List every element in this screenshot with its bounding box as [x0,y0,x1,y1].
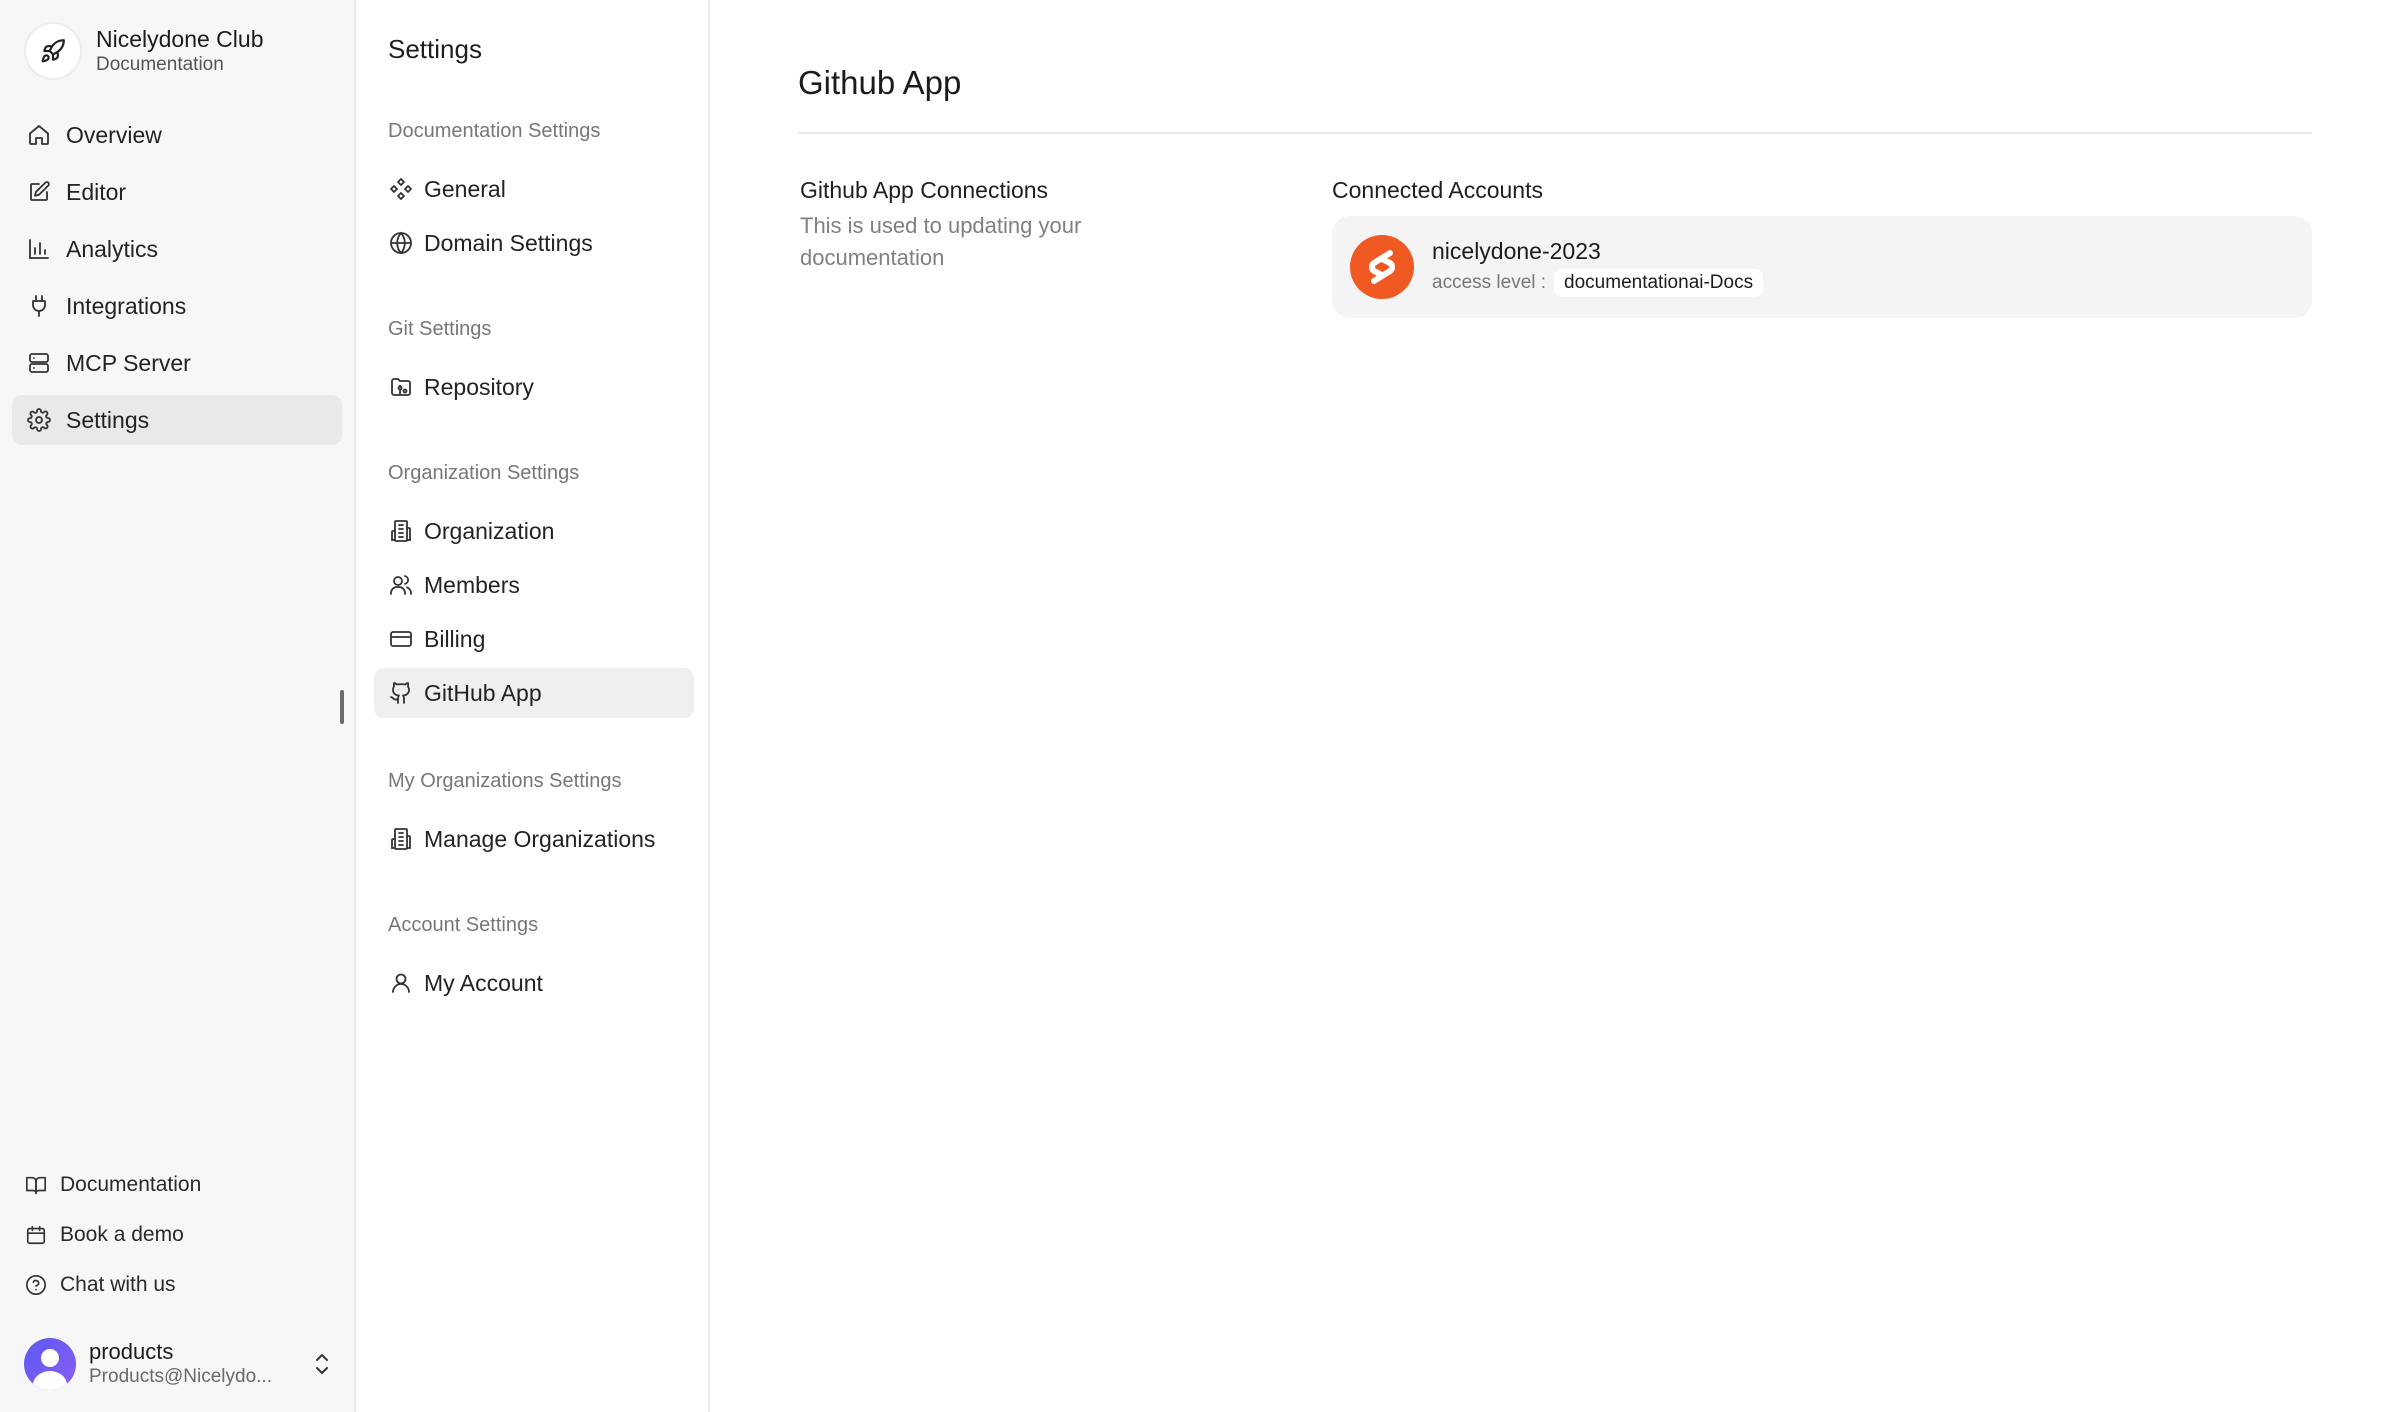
settings-item-github-app[interactable]: GitHub App [374,668,694,718]
globe-icon [388,230,414,256]
nav-item-label: Integrations [66,292,187,319]
nav-item-integrations[interactable]: Integrations [12,281,342,331]
group-label: Git Settings [388,318,492,340]
settings-item-label: My Account [424,969,543,996]
users-icon [388,572,414,598]
account-logo-icon [1350,235,1414,299]
settings-group-my-organizations: My Organizations Settings Manage Organiz… [374,766,694,864]
server-icon [26,350,52,376]
settings-item-label: Domain Settings [424,229,593,256]
main-content: Github App Github App Connections This i… [712,0,2400,1412]
book-icon [24,1173,48,1197]
help-circle-icon [24,1273,48,1297]
nav-item-analytics[interactable]: Analytics [12,224,342,274]
nav-item-settings[interactable]: Settings [12,395,342,445]
account-name: nicelydone-2023 [1432,238,1601,264]
group-label: Account Settings [388,914,539,936]
settings-group-account: Account Settings My Account [374,910,694,1008]
nav-item-editor[interactable]: Editor [12,167,342,217]
settings-item-my-account[interactable]: My Account [374,958,694,1008]
sidebar-resize-handle[interactable] [340,690,344,724]
nav-item-label: Editor [66,178,127,205]
settings-item-manage-organizations[interactable]: Manage Organizations [374,814,694,864]
footer-link-label: Chat with us [60,1273,176,1296]
settings-item-label: Members [424,571,520,598]
edit-icon [26,179,52,205]
nav-item-overview[interactable]: Overview [12,110,342,160]
folder-git-icon [388,374,414,400]
org-subtitle: Documentation [96,54,224,75]
settings-item-billing[interactable]: Billing [374,614,694,664]
user-icon [388,970,414,996]
footer-link-book-demo[interactable]: Book a demo [24,1210,334,1260]
user-name: products [89,1339,174,1364]
settings-group-organization: Organization Settings Organization Membe… [374,458,694,718]
page-title: Github App [798,64,962,101]
settings-sidebar: Settings Documentation Settings General … [358,0,710,1412]
calendar-icon [24,1223,48,1247]
main-nav: Overview Editor Analytics Integrations M… [12,110,342,452]
group-label: Organization Settings [388,462,580,484]
settings-item-members[interactable]: Members [374,560,694,610]
group-label: Documentation Settings [388,120,601,142]
settings-item-label: General [424,175,506,202]
settings-group-documentation: Documentation Settings General Domain Se… [374,116,694,268]
org-switcher[interactable]: Nicelydone Club Documentation [24,22,263,80]
settings-group-git: Git Settings Repository [374,314,694,412]
github-icon [388,680,414,706]
components-icon [388,176,414,202]
connected-accounts: Connected Accounts nicelydone-2023 acces… [1332,176,2312,318]
nav-item-label: Analytics [66,235,159,262]
chevrons-up-down-icon[interactable] [310,1350,334,1378]
settings-item-label: Billing [424,625,486,652]
settings-item-organization[interactable]: Organization [374,506,694,556]
settings-item-label: Manage Organizations [424,825,656,852]
settings-item-repository[interactable]: Repository [374,362,694,412]
footer-link-chat[interactable]: Chat with us [24,1260,334,1310]
settings-item-label: Repository [424,373,534,400]
settings-item-domain-settings[interactable]: Domain Settings [374,218,694,268]
user-menu[interactable]: products Products@Nicelydo... [24,1336,334,1392]
group-label: My Organizations Settings [388,770,622,792]
nav-item-label: MCP Server [66,349,191,376]
access-level-label: access level : [1432,272,1547,293]
connections-description: This is used to updating your documentat… [800,213,1082,270]
footer-link-label: Documentation [60,1173,202,1196]
credit-card-icon [388,626,414,652]
access-level-badge: documentationai-Docs [1554,269,1764,297]
footer-links: Documentation Book a demo Chat with us [24,1160,334,1310]
building-icon [388,826,414,852]
settings-item-label: GitHub App [424,679,542,706]
plug-icon [26,293,52,319]
nav-item-mcp-server[interactable]: MCP Server [12,338,342,388]
divider [798,132,2312,134]
nav-item-label: Overview [66,121,162,148]
bar-chart-icon [26,236,52,262]
avatar [24,1338,76,1390]
gear-icon [26,407,52,433]
app-sidebar: Nicelydone Club Documentation Overview E… [0,0,356,1412]
settings-title: Settings [388,34,482,64]
settings-item-general[interactable]: General [374,164,694,214]
building-icon [388,518,414,544]
connections-heading: Github App Connections [800,177,1049,203]
footer-link-label: Book a demo [60,1223,184,1246]
footer-link-documentation[interactable]: Documentation [24,1160,334,1210]
nav-item-label: Settings [66,406,150,433]
home-icon [26,122,52,148]
settings-item-label: Organization [424,517,555,544]
user-email: Products@Nicelydo... [89,1366,272,1387]
org-name: Nicelydone Club [96,26,264,52]
connected-account-card[interactable]: nicelydone-2023 access level : documenta… [1332,216,2312,318]
connected-accounts-heading: Connected Accounts [1332,177,1543,203]
rocket-icon [24,22,82,80]
connections-info: Github App Connections This is used to u… [800,176,1180,274]
